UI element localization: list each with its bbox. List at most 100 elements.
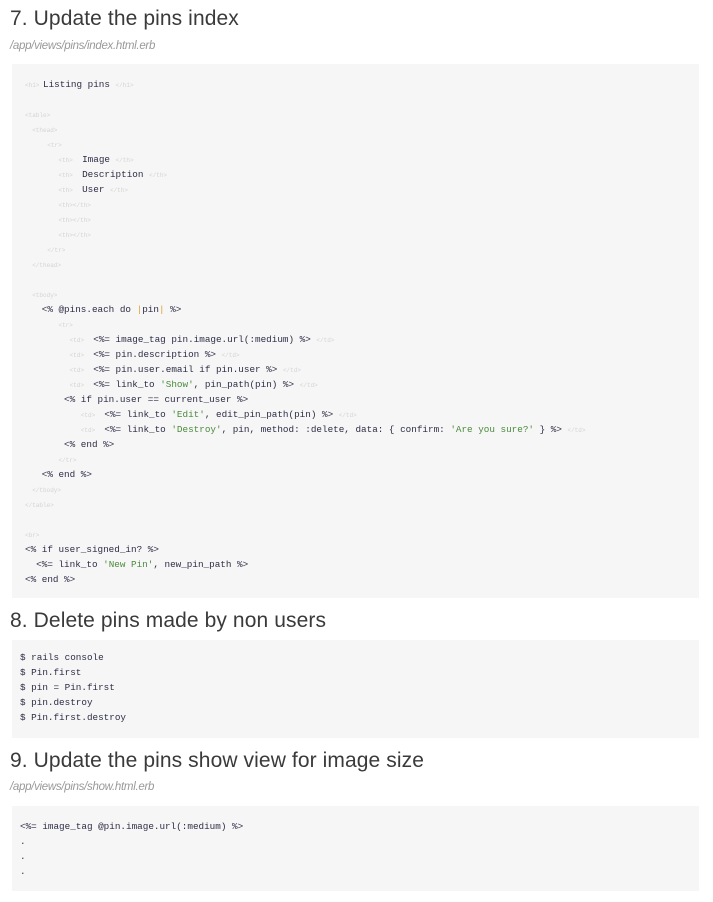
code-text: $ pin.destroy — [20, 697, 93, 708]
code-line: . — [20, 864, 691, 879]
html-tag: </tbody> — [25, 487, 62, 494]
code-text: <%= image_tag @pin.image.url(:medium) %> — [20, 821, 244, 832]
html-tag: <tr> — [58, 322, 73, 329]
code-line: <% if pin.user == current_user %> — [25, 392, 686, 407]
html-tag: <tbody> — [25, 292, 58, 299]
code-line: </tr> — [25, 242, 686, 257]
code-line: </tr> — [25, 452, 686, 467]
code-line: <tr> — [25, 137, 686, 152]
html-tag: </td> — [567, 427, 586, 434]
code-line: <th></th> — [25, 197, 686, 212]
html-tag: </td> — [282, 367, 301, 374]
code-line: <td> <%= pin.user.email if pin.user %> <… — [25, 362, 686, 377]
html-tag: <th></th> — [58, 217, 91, 224]
code-text: $ Pin.first.destroy — [20, 712, 127, 723]
code-line: </thead> — [25, 257, 686, 272]
html-tag: <th> — [58, 172, 77, 179]
code-line: $ Pin.first — [20, 665, 691, 680]
code-line: <td> <%= pin.description %> </td> — [25, 347, 686, 362]
code-line: $ Pin.first.destroy — [20, 710, 691, 725]
html-tag: <thead> — [25, 127, 58, 134]
html-tag: </table> — [25, 502, 54, 509]
html-tag: </th> — [109, 187, 128, 194]
code-line: <%= link_to 'New Pin', new_pin_path %> — [25, 557, 686, 572]
code-line: <% end %> — [25, 467, 686, 482]
code-text: <%= link_to — [98, 424, 172, 435]
console-code-block: $ rails console $ Pin.first $ pin = Pin.fi… — [12, 640, 699, 738]
code-line: <td> <%= image_tag pin.image.url(:medium… — [25, 332, 686, 347]
code-line: <table> — [25, 107, 686, 122]
section-9-title: 9. Update the pins show view for image s… — [10, 749, 425, 772]
code-text: <%= pin.description %> — [87, 349, 222, 360]
code-line: $ pin = Pin.first — [20, 680, 691, 695]
code-text: <%= link_to — [25, 559, 104, 570]
html-tag: <tr> — [47, 142, 62, 149]
code-line: <h1> Listing pins </h1> — [25, 77, 686, 92]
code-line: <td> <%= link_to 'Destroy', pin, method:… — [25, 422, 686, 437]
html-tag: <h1> — [25, 82, 44, 89]
code-text: } %> — [534, 424, 568, 435]
code-text: <%= pin.user.email if pin.user %> — [87, 364, 283, 375]
html-tag: </h1> — [115, 82, 134, 89]
string-literal: 'Show' — [160, 379, 194, 390]
html-tag: <td> — [80, 427, 99, 434]
code-text: $ Pin.first — [20, 667, 82, 678]
code-line: <% if user_signed_in? %> — [25, 542, 686, 557]
index-code-block: <h1> Listing pins </h1> <table> <thead> <… — [12, 64, 699, 598]
html-tag: <table> — [25, 112, 51, 119]
code-text: <% if pin.user == current_user %> — [25, 394, 249, 405]
code-text: pin — [142, 304, 159, 315]
code-text: <% end %> — [25, 469, 92, 480]
html-tag: <td> — [69, 352, 88, 359]
html-tag: </thead> — [25, 262, 62, 269]
html-tag: </th> — [115, 157, 134, 164]
code-text: , edit_pin_path(pin) %> — [204, 409, 339, 420]
html-tag: </td> — [299, 382, 318, 389]
string-literal: 'New Pin' — [103, 559, 154, 570]
code-line: <th> Description </th> — [25, 167, 686, 182]
code-text: %> — [164, 304, 182, 315]
code-line: <td> <%= link_to 'Edit', edit_pin_path(p… — [25, 407, 686, 422]
code-line: <%= image_tag @pin.image.url(:medium) %> — [20, 819, 691, 834]
code-text: <%= link_to — [87, 379, 161, 390]
code-text: $ pin = Pin.first — [20, 682, 115, 693]
html-tag: <th></th> — [58, 202, 91, 209]
code-line: <th> User </th> — [25, 182, 686, 197]
code-text: <%= link_to — [98, 409, 172, 420]
code-line: . — [20, 849, 691, 864]
code-line: <th></th> — [25, 212, 686, 227]
code-line: </tbody> — [25, 482, 686, 497]
code-line: <td> <%= link_to 'Show', pin_path(pin) %… — [25, 377, 686, 392]
html-tag: </tr> — [58, 457, 77, 464]
section-7-title: 7. Update the pins index — [10, 7, 239, 30]
code-line: $ rails console — [20, 650, 691, 665]
code-line: <tr> — [25, 317, 686, 332]
html-tag: <td> — [69, 337, 88, 344]
code-text: , new_pin_path %> — [153, 559, 249, 570]
code-text: . — [20, 851, 26, 862]
code-text: User — [76, 184, 110, 195]
html-tag: <th> — [58, 187, 77, 194]
code-line: <% @pins.each do |pin| %> — [25, 302, 686, 317]
section-8-title: 8. Delete pins made by non users — [10, 609, 327, 632]
code-line: . — [20, 834, 691, 849]
code-line: <br> — [25, 527, 686, 542]
html-tag: <td> — [69, 382, 88, 389]
code-text: , pin_path(pin) %> — [193, 379, 300, 390]
code-text: $ rails console — [20, 652, 104, 663]
html-tag: </th> — [149, 172, 168, 179]
code-text: , pin, method: :delete, data: { confirm: — [221, 424, 451, 435]
string-literal: 'Edit' — [171, 409, 205, 420]
